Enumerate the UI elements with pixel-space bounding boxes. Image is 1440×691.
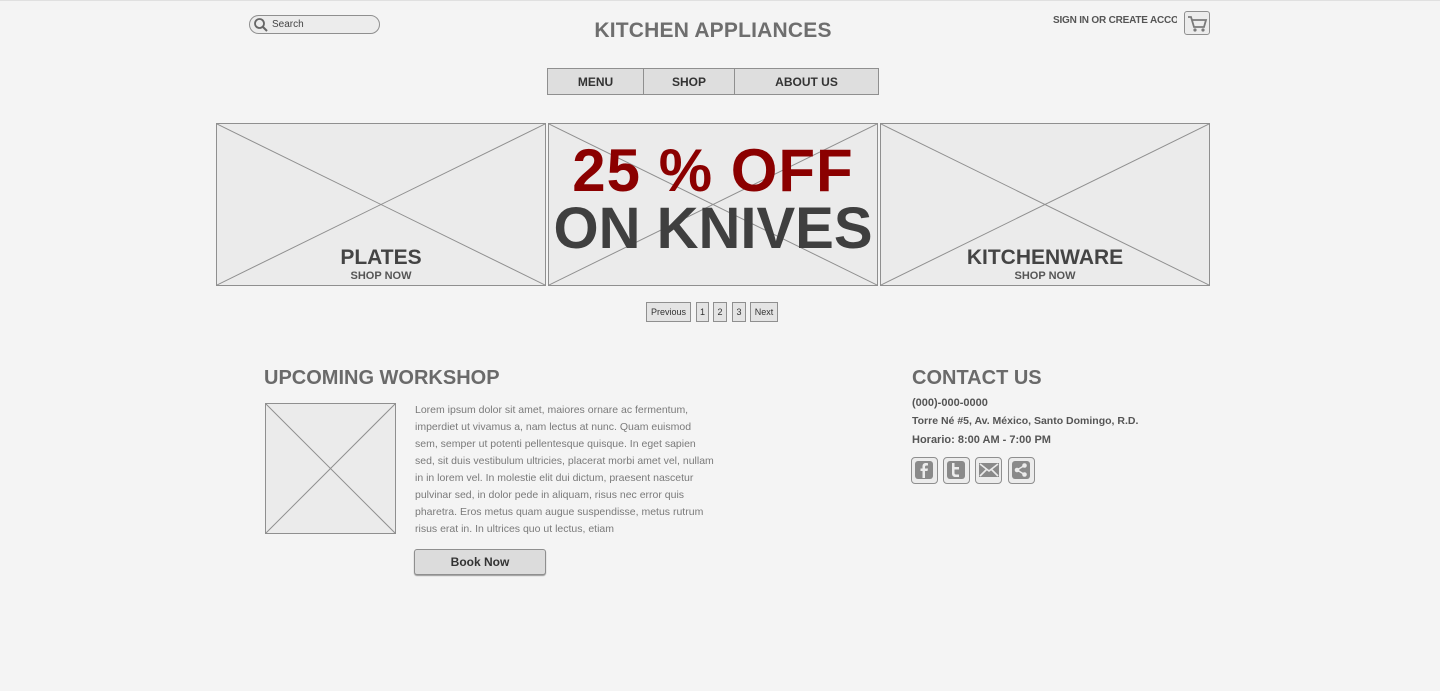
search-input[interactable]: [272, 17, 372, 31]
email-button[interactable]: [975, 457, 1002, 484]
image-placeholder: [266, 404, 395, 533]
banner-title: KITCHENWARE: [966, 246, 1124, 269]
main-nav: MENU SHOP ABOUT US: [547, 68, 879, 95]
banner-plates[interactable]: PLATES SHOP NOW: [216, 123, 546, 286]
nav-item-menu[interactable]: MENU: [548, 69, 643, 94]
banner-kitchenware[interactable]: KITCHENWARE SHOP NOW: [880, 123, 1210, 286]
contact-hours: Horario: 8:00 AM - 7:00 PM: [912, 434, 1051, 446]
share-icon: [1012, 461, 1030, 479]
search-box[interactable]: [249, 15, 380, 34]
facebook-button[interactable]: [911, 457, 938, 484]
nav-item-shop[interactable]: SHOP: [643, 69, 734, 94]
site-title: KITCHEN APPLIANCES: [594, 19, 832, 42]
workshop-image-placeholder: [265, 403, 396, 534]
promo-product: ON KNIVES: [553, 196, 873, 261]
pagination-page-2[interactable]: 2: [713, 302, 727, 322]
pagination-page-1[interactable]: 1: [696, 302, 709, 322]
nav-item-about-us[interactable]: ABOUT US: [734, 69, 878, 94]
search-icon: [254, 18, 268, 32]
banner-title: PLATES: [340, 246, 422, 269]
workshop-heading: UPCOMING WORKSHOP: [264, 367, 500, 389]
email-icon: [979, 463, 999, 477]
pagination-next[interactable]: Next: [750, 302, 778, 322]
cart-button[interactable]: [1184, 11, 1210, 35]
pagination-page-3[interactable]: 3: [732, 302, 746, 322]
banner-promo[interactable]: 25 % OFF ON KNIVES: [548, 123, 878, 286]
shop-now-link[interactable]: SHOP NOW: [217, 269, 545, 283]
facebook-icon: [915, 461, 933, 479]
contact-phone: (000)-000-0000: [912, 397, 988, 409]
workshop-description: Lorem ipsum dolor sit amet, maiores orna…: [415, 404, 714, 535]
contact-heading: CONTACT US: [912, 367, 1042, 389]
share-button[interactable]: [1008, 457, 1035, 484]
book-now-button[interactable]: Book Now: [414, 549, 546, 575]
twitter-icon: [947, 461, 965, 479]
pagination-previous[interactable]: Previous: [646, 302, 691, 322]
twitter-button[interactable]: [943, 457, 970, 484]
contact-address: Torre Né #5, Av. México, Santo Domingo, …: [912, 415, 1139, 427]
shop-now-link[interactable]: SHOP NOW: [881, 269, 1209, 283]
sign-in-link[interactable]: SIGN IN OR CREATE ACCOUNT: [1053, 15, 1177, 26]
cart-icon: [1188, 16, 1208, 32]
